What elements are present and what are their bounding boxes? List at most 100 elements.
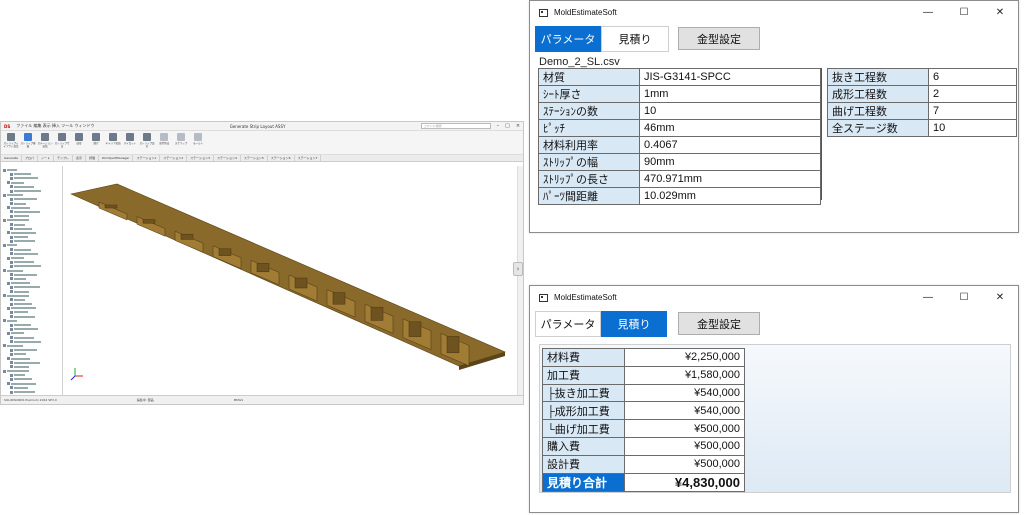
- ribbon-button[interactable]: ステーション追加: [37, 132, 53, 154]
- tab-bar: パラメータ 見積り: [535, 26, 669, 52]
- status-units[interactable]: MMGS: [234, 398, 243, 402]
- tree-node-icon: [10, 202, 13, 206]
- cad-tab[interactable]: ステーション6: [268, 155, 295, 161]
- ribbon-button[interactable]: ストリップレイアウト設定: [3, 132, 19, 154]
- window-titlebar: MoldEstimateSoft — ☐ ✕: [530, 1, 1018, 24]
- tree-node-label: [14, 173, 31, 176]
- cad-tab[interactable]: ステーション1: [133, 155, 161, 161]
- cad-titlebar: DS ファイル 編集 表示 挿入 ツール ウィンドウ Generate Stri…: [1, 122, 523, 131]
- graphics-area[interactable]: [63, 166, 517, 395]
- table-row: ﾊﾟｰﾂ間距離 10.029mm: [538, 187, 821, 205]
- close-icon[interactable]: ✕: [982, 7, 1018, 18]
- station-feature: [142, 219, 156, 224]
- tree-node-icon: [10, 290, 13, 294]
- tree-node-icon: [3, 193, 6, 197]
- tab-estimate[interactable]: 見積り: [601, 26, 669, 52]
- tree-node-label: [7, 244, 17, 247]
- tree-node-icon: [10, 239, 13, 243]
- tree-node-icon: [10, 390, 13, 394]
- tree-node-label: [7, 319, 17, 322]
- ribbon-label: パイロット: [123, 142, 137, 145]
- tree-node-label: [14, 248, 31, 251]
- param-value: 10: [928, 119, 1017, 137]
- ribbon-label: ストリップ寸法: [54, 142, 70, 148]
- tree-node[interactable]: [3, 390, 60, 394]
- ribbon-button[interactable]: ストリップ編集: [20, 132, 36, 154]
- tree-node-icon: [10, 285, 13, 289]
- ribbon-button[interactable]: モールド: [190, 132, 206, 154]
- tab-parameters[interactable]: パラメータ: [535, 311, 601, 337]
- window-title: MoldEstimateSoft: [554, 293, 617, 302]
- cad-tab[interactable]: ステーション7: [295, 155, 322, 161]
- cad-minimize-icon[interactable]: –: [497, 123, 500, 129]
- cost-label: ├成形加工費: [542, 401, 625, 421]
- tree-node-icon: [7, 206, 10, 210]
- close-icon[interactable]: ✕: [982, 292, 1018, 303]
- feature-tree[interactable]: [1, 166, 63, 395]
- tree-node-icon: [10, 227, 13, 231]
- cad-tab[interactable]: ステーション4: [214, 155, 241, 161]
- param-value: 470.971mm: [639, 170, 821, 188]
- mold-settings-button[interactable]: 金型設定: [678, 312, 760, 335]
- tree-node-icon: [10, 373, 13, 377]
- cost-label: 購入費: [542, 436, 625, 456]
- maximize-icon[interactable]: ☐: [946, 292, 982, 303]
- expand-arrow-icon[interactable]: ›: [513, 262, 523, 276]
- cad-close-icon[interactable]: ×: [516, 123, 520, 129]
- cad-tab[interactable]: Generate: [1, 155, 23, 161]
- cad-tab[interactable]: ステーション5: [241, 155, 268, 161]
- cad-tab[interactable]: ステーション2: [160, 155, 188, 161]
- cad-tab[interactable]: DimXpertManager: [99, 155, 134, 161]
- ribbon-button[interactable]: 曲げ: [88, 132, 104, 154]
- tab-parameters[interactable]: パラメータ: [535, 26, 601, 52]
- app-icon: [539, 8, 548, 17]
- tab-estimate[interactable]: 見積り: [601, 311, 667, 337]
- tree-node-icon: [7, 181, 10, 185]
- cost-label: ├抜き加工費: [542, 383, 625, 403]
- mold-estimate-window-estimate: MoldEstimateSoft — ☐ ✕ パラメータ 見積り 金型設定 材料…: [529, 285, 1019, 513]
- ribbon-button[interactable]: ストリップ設定: [139, 132, 155, 154]
- ribbon-label: 成形: [76, 142, 82, 145]
- total-row: 見積り合計 ¥4,830,000: [542, 472, 745, 492]
- minimize-icon[interactable]: —: [910, 292, 946, 303]
- tree-node-icon: [10, 277, 13, 281]
- cad-tab[interactable]: ステーション3: [187, 155, 215, 161]
- cad-tab[interactable]: テンプレ: [54, 155, 73, 161]
- tree-node-label: [14, 210, 40, 213]
- ribbon-button[interactable]: キャリア追加: [105, 132, 121, 154]
- total-value: ¥4,830,000: [624, 472, 745, 492]
- tree-node-label: [11, 206, 30, 209]
- cad-search-input[interactable]: コマンド検索: [420, 123, 491, 129]
- tree-node-label: [14, 315, 35, 318]
- tree-node-icon: [10, 197, 13, 201]
- ribbon-command-icon: [92, 133, 100, 141]
- param-key: 成形工程数: [827, 85, 929, 103]
- cost-value: ¥1,580,000: [624, 365, 745, 385]
- cad-tab[interactable]: ノート: [38, 155, 55, 161]
- cad-ribbon: ストリップレイアウト設定 ストリップ編集 ステーション追加 ストリップ寸法 成形 曲げ キャ…: [1, 131, 523, 155]
- cad-tab[interactable]: プロパ: [22, 155, 39, 161]
- ribbon-button[interactable]: パイロット: [122, 132, 138, 154]
- ribbon-button[interactable]: ストリップ寸法: [54, 132, 70, 154]
- cad-menu[interactable]: ファイル 編集 表示 挿入 ツール ウィンドウ: [16, 123, 94, 129]
- mold-settings-button[interactable]: 金型設定: [678, 27, 760, 50]
- tree-node-icon: [10, 336, 13, 340]
- strip-layout-model[interactable]: [63, 166, 513, 396]
- ribbon-button[interactable]: 成形: [71, 132, 87, 154]
- minimize-icon[interactable]: —: [910, 7, 946, 18]
- cad-command-tabs: Generate プロパ ノート テンプレ 表示 評価 DimXpertManager ステー…: [1, 155, 523, 162]
- ribbon-label: 金型作成: [158, 142, 169, 145]
- cad-tab[interactable]: 評価: [86, 155, 99, 161]
- table-row: ｽﾄﾘｯﾌﾟの幅 90mm: [538, 153, 821, 171]
- tree-node-icon: [10, 260, 13, 264]
- task-pane-tabs[interactable]: [517, 166, 523, 395]
- tree-node-label: [11, 332, 24, 335]
- maximize-icon[interactable]: ☐: [946, 7, 982, 18]
- ribbon-command-icon: [24, 133, 32, 141]
- cad-tab[interactable]: 表示: [73, 155, 86, 161]
- station-feature: [104, 204, 118, 209]
- tree-node-icon: [10, 235, 13, 239]
- ribbon-button[interactable]: スクラップ: [173, 132, 189, 154]
- ribbon-button[interactable]: 金型作成: [156, 132, 172, 154]
- cad-maximize-icon[interactable]: □: [505, 123, 510, 129]
